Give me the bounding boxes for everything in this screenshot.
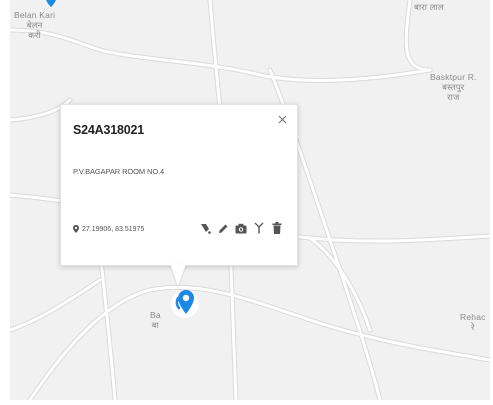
place-label-latin: Basktpur R. <box>430 72 477 82</box>
info-popup: S24A318021 P.V.BAGAPAR ROOM NO.4 27.1990… <box>60 104 298 266</box>
selected-location-marker-icon[interactable] <box>170 284 200 324</box>
popup-title: S24A318021 <box>73 123 144 137</box>
place-label-native: बस्तपुर <box>442 82 465 92</box>
route-icon[interactable] <box>199 221 211 235</box>
coordinates-text: 27.19906, 83.51975 <box>82 225 145 233</box>
map-marker-icon[interactable] <box>44 0 58 8</box>
place-label-native: बारा लाल <box>414 2 444 12</box>
place-label-basktpur: Basktpur R. बस्तपुर राज <box>430 72 477 102</box>
map-view[interactable]: Belan Kari बेलन करी बारा लाल Basktpur R.… <box>10 0 490 400</box>
popup-tail <box>170 264 186 286</box>
place-label-belan-kari: Belan Kari बेलन करी <box>14 10 55 40</box>
place-label-latin: Ba <box>150 310 161 320</box>
popup-coordinates: 27.19906, 83.51975 <box>73 225 144 233</box>
place-label-native: राज <box>447 92 460 102</box>
place-label-native: करी <box>28 30 41 40</box>
place-label-ba: Ba बा <box>150 310 161 330</box>
place-label-native: बेलन <box>26 20 43 30</box>
delete-icon[interactable] <box>271 221 283 235</box>
place-label-native: बा <box>151 320 160 330</box>
camera-icon[interactable] <box>235 221 247 235</box>
place-label-rehac: Rehac रे <box>460 312 486 332</box>
close-icon[interactable] <box>275 113 289 127</box>
place-label-latin: Belan Kari <box>14 10 56 20</box>
location-pin-icon <box>73 225 79 233</box>
place-label-top-right: बारा लाल <box>414 2 444 12</box>
popup-actions <box>199 221 283 235</box>
edit-icon[interactable] <box>217 221 229 235</box>
place-label-latin: Rehac <box>460 312 486 322</box>
popup-address: P.V.BAGAPAR ROOM NO.4 <box>73 167 165 176</box>
antenna-icon[interactable] <box>253 221 265 235</box>
place-label-native: रे <box>470 322 475 332</box>
